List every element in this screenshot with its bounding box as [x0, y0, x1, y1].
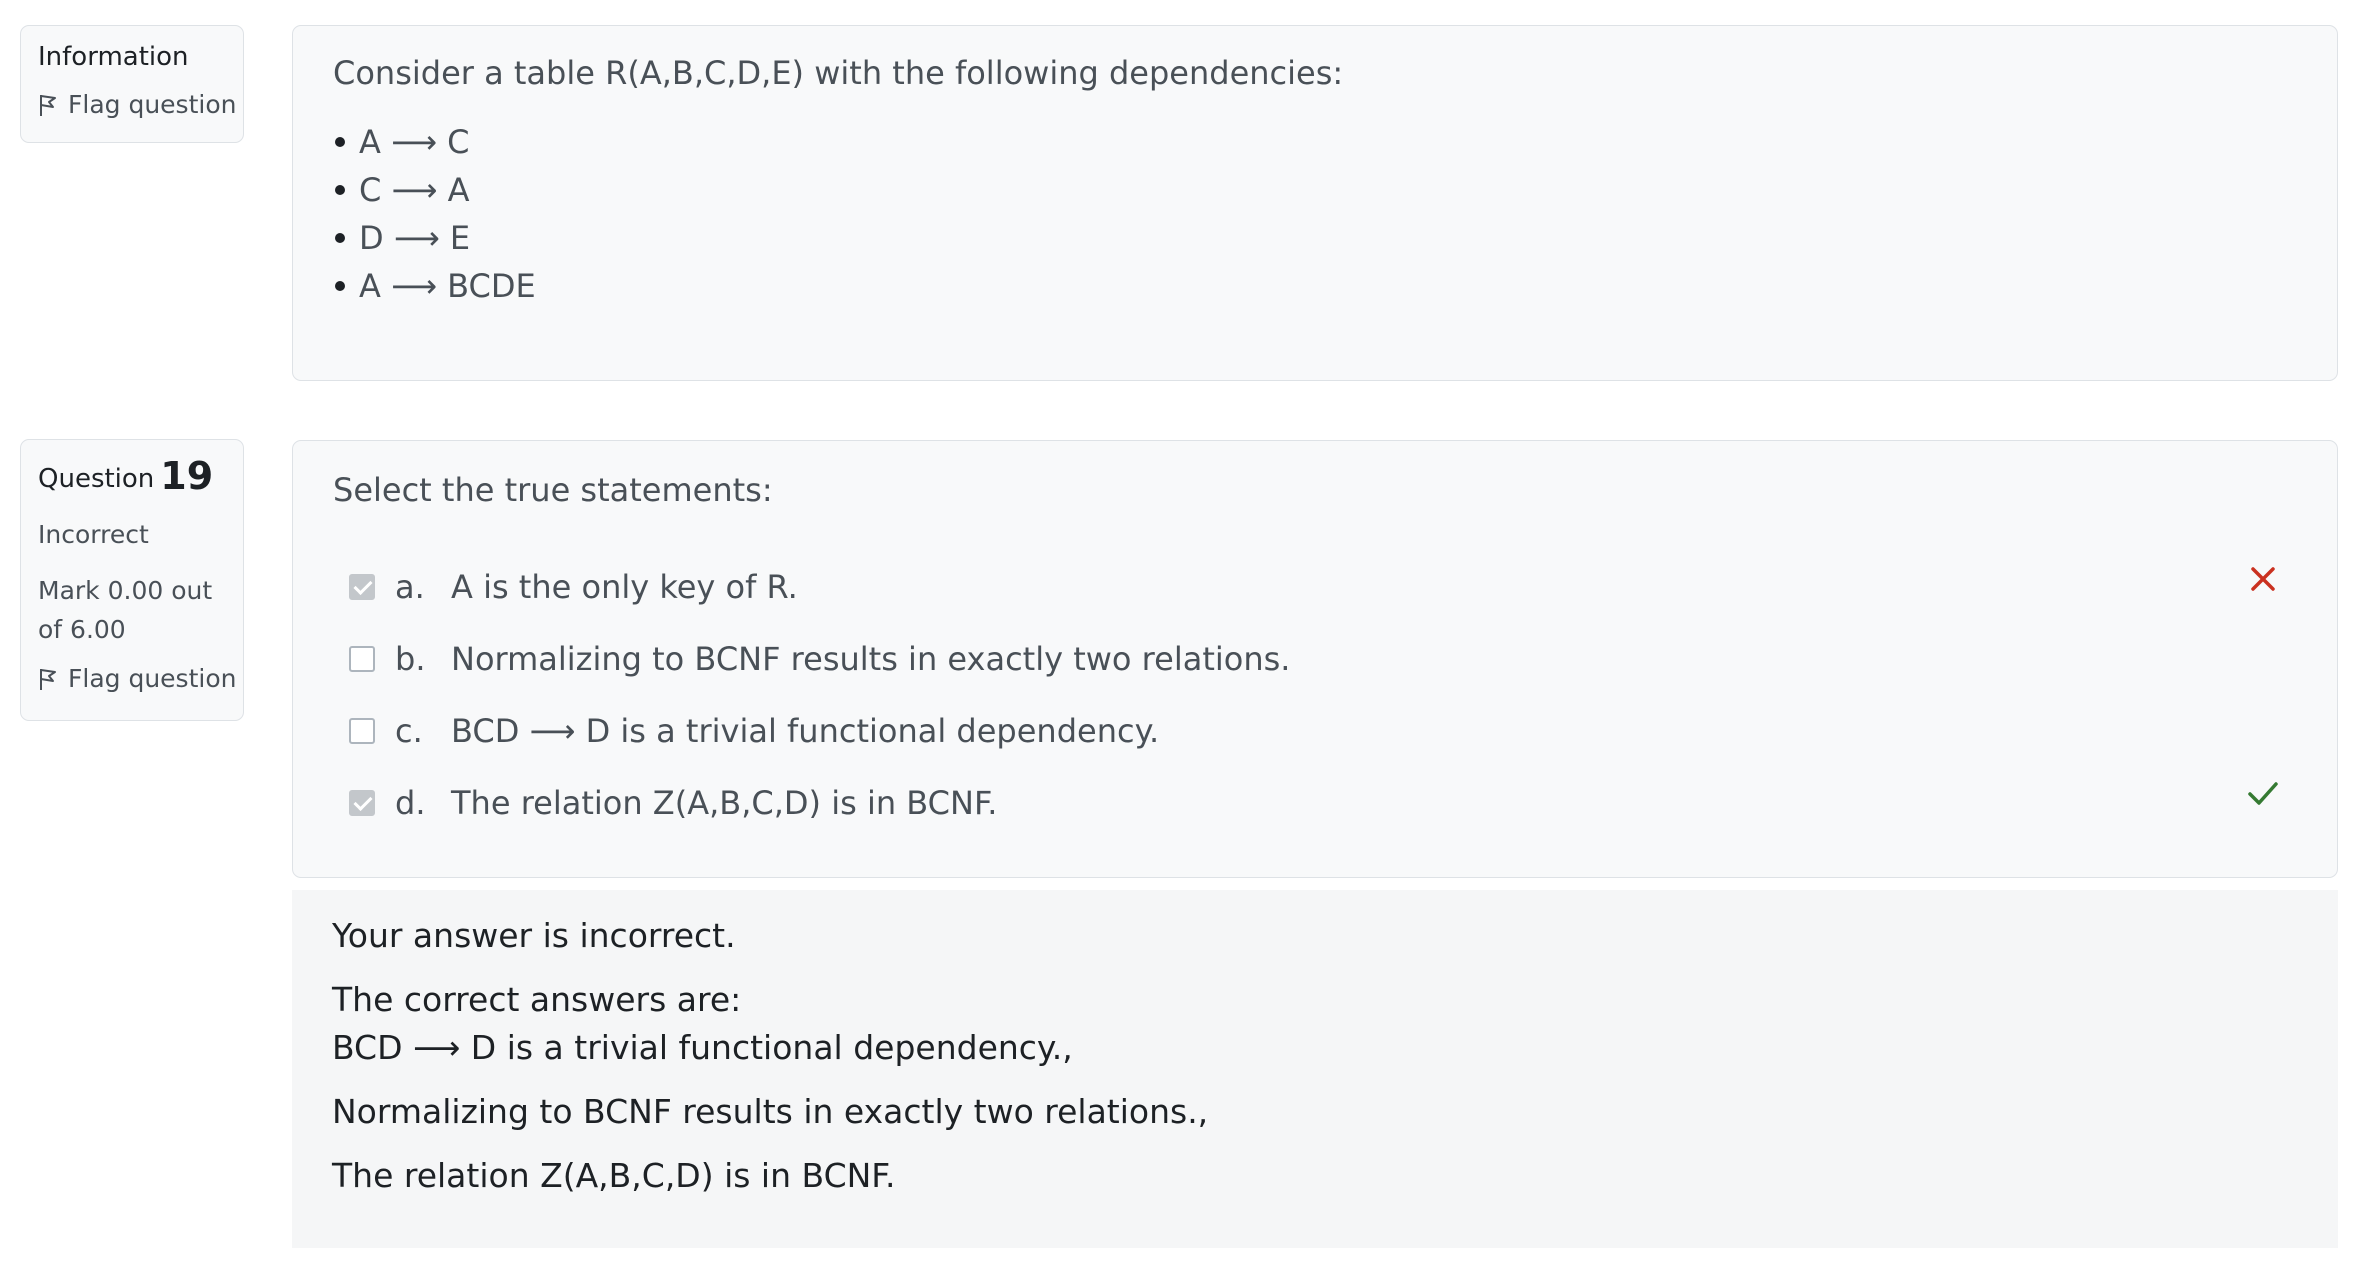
information-block: Information Flag question [20, 25, 244, 143]
flag-question-link[interactable]: Flag question [38, 90, 236, 119]
option-a[interactable]: a. A is the only key of R. [349, 565, 798, 609]
dependency-text: C ⟶ A [359, 171, 470, 209]
option-b[interactable]: b. Normalizing to BCNF results in exactl… [349, 637, 1290, 681]
information-intro: Consider a table R(A,B,C,D,E) with the f… [333, 54, 1344, 92]
option-checkbox[interactable] [349, 646, 375, 672]
dependency-item: D ⟶ E [333, 214, 536, 262]
dependency-text: D ⟶ E [359, 219, 471, 257]
feedback-panel: Your answer is incorrect. The correct an… [292, 890, 2338, 1248]
option-d[interactable]: d. The relation Z(A,B,C,D) is in BCNF. [349, 781, 997, 825]
option-checkbox[interactable] [349, 574, 375, 600]
dependency-list: A ⟶ C C ⟶ A D ⟶ E A ⟶ BCDE [333, 118, 536, 310]
bullet-icon [335, 137, 345, 147]
bullet-icon [335, 281, 345, 291]
feedback-result: Your answer is incorrect. [332, 916, 736, 955]
information-title: Information [38, 42, 189, 72]
option-c[interactable]: c. BCD ⟶ D is a trivial functional depen… [349, 709, 1159, 753]
question-status: Incorrect [38, 520, 149, 549]
flag-icon [40, 94, 56, 116]
dependency-item: A ⟶ BCDE [333, 262, 536, 310]
flag-question-label: Flag question [68, 90, 237, 119]
question-info-block: Question 19 Incorrect Mark 0.00 out of 6.… [20, 439, 244, 721]
question-prompt: Select the true statements: [333, 471, 773, 509]
dependency-item: C ⟶ A [333, 166, 536, 214]
check-icon [2248, 782, 2278, 805]
answer-content: Select the true statements: a. A is the … [292, 440, 2338, 878]
option-checkbox[interactable] [349, 790, 375, 816]
dependency-text: A ⟶ BCDE [359, 267, 536, 305]
flag-question-label: Flag question [68, 664, 237, 693]
cross-icon [2251, 567, 2275, 591]
correct-answers-heading: The correct answers are: [332, 980, 742, 1019]
question-title: Question 19 [38, 454, 213, 498]
correct-answer-item: The relation Z(A,B,C,D) is in BCNF. [332, 1156, 896, 1195]
option-text: BCD ⟶ D is a trivial functional dependen… [451, 712, 1160, 750]
option-text: Normalizing to BCNF results in exactly t… [451, 640, 1291, 678]
option-letter: a. [395, 568, 425, 606]
question-number: 19 [160, 454, 214, 498]
question-mark-line2: of 6.00 [38, 615, 126, 644]
option-letter: d. [395, 784, 426, 822]
dependency-text: A ⟶ C [359, 123, 470, 161]
information-content: Consider a table R(A,B,C,D,E) with the f… [292, 25, 2338, 381]
question-mark-line1: Mark 0.00 out [38, 576, 213, 605]
option-text: A is the only key of R. [451, 568, 798, 606]
option-letter: c. [395, 712, 423, 750]
flag-question-link[interactable]: Flag question [38, 664, 236, 693]
correct-answer-item: Normalizing to BCNF results in exactly t… [332, 1092, 1209, 1131]
option-text: The relation Z(A,B,C,D) is in BCNF. [451, 784, 998, 822]
bullet-icon [335, 233, 345, 243]
dependency-item: A ⟶ C [333, 118, 536, 166]
question-label: Question [38, 464, 155, 494]
option-checkbox[interactable] [349, 718, 375, 744]
flag-icon [40, 668, 56, 690]
bullet-icon [335, 185, 345, 195]
option-letter: b. [395, 640, 426, 678]
correct-answer-item: BCD ⟶ D is a trivial functional dependen… [332, 1028, 1073, 1067]
